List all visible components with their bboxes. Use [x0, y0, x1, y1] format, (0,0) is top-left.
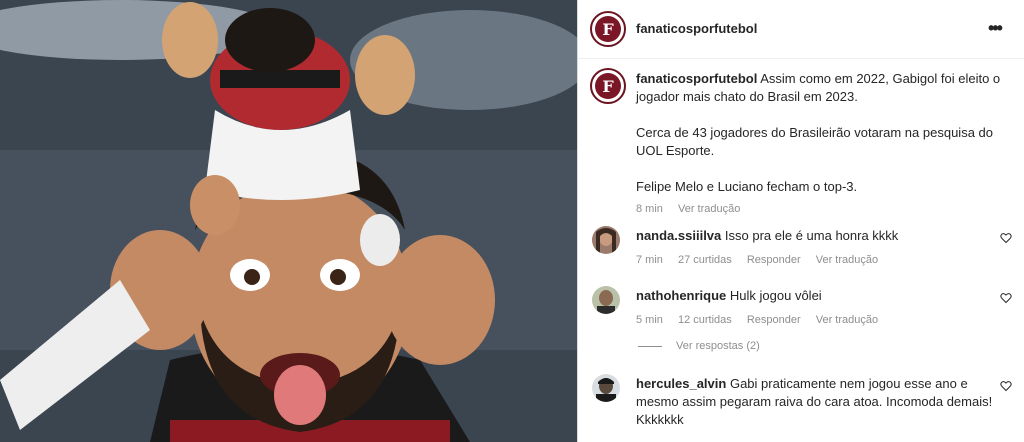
caption-translate-link[interactable]: Ver tradução: [678, 203, 740, 215]
comment-2-meta: 5 min 12 curtidas Responder Ver tradução: [636, 311, 996, 329]
comment-2-likes[interactable]: 12 curtidas: [678, 314, 732, 326]
comment-2: nathohenrique Hulk jogou vôlei 5 min 12 …: [636, 287, 996, 329]
comment-avatar-3[interactable]: [592, 374, 620, 402]
comment-1-text: Isso pra ele é uma honra kkkk: [724, 228, 899, 243]
caption-meta: 8 min Ver tradução: [636, 200, 1006, 218]
caption-line-3: Felipe Melo e Luciano fecham o top-3.: [636, 179, 858, 194]
account-username[interactable]: fanaticosporfutebol: [636, 21, 757, 36]
heart-outline-icon[interactable]: [1000, 292, 1012, 307]
logo-letter: F: [595, 16, 621, 42]
comment-2-username[interactable]: nathohenrique: [636, 288, 726, 303]
comment-1: nanda.ssiiilva Isso pra ele é uma honra …: [636, 227, 996, 269]
comment-2-time: 5 min: [636, 314, 663, 326]
comment-1-translate-link[interactable]: Ver tradução: [816, 254, 878, 266]
comment-1-reply-button[interactable]: Responder: [747, 254, 801, 266]
photo-illustration: [0, 0, 577, 442]
comment-2-text: Hulk jogou vôlei: [729, 288, 822, 303]
comment-3-username[interactable]: hercules_alvin: [636, 376, 726, 391]
heart-outline-icon[interactable]: [1000, 232, 1012, 247]
comment-1-time: 7 min: [636, 254, 663, 266]
comment-3: hercules_alvin Gabi praticamente nem jog…: [636, 375, 996, 429]
post-photo[interactable]: [0, 0, 577, 442]
post-details-panel: F fanaticosporfutebol ••• F fanaticospor…: [578, 0, 1024, 442]
comment-1-likes[interactable]: 27 curtidas: [678, 254, 732, 266]
more-options-icon[interactable]: •••: [988, 18, 1003, 39]
caption-avatar[interactable]: F: [590, 68, 626, 104]
post-caption: fanaticosporfutebol Assim como em 2022, …: [636, 70, 1006, 218]
caption-logo-letter: F: [595, 73, 621, 99]
comment-1-username[interactable]: nanda.ssiiilva: [636, 228, 721, 243]
comment-1-meta: 7 min 27 curtidas Responder Ver tradução: [636, 251, 996, 269]
account-avatar[interactable]: F: [590, 11, 626, 47]
comment-avatar-2[interactable]: [592, 286, 620, 314]
comment-avatar-1[interactable]: [592, 226, 620, 254]
comment-2-reply-button[interactable]: Responder: [747, 314, 801, 326]
caption-username[interactable]: fanaticosporfutebol: [636, 71, 757, 86]
view-replies-label: Ver respostas (2): [676, 340, 760, 352]
post-header: F fanaticosporfutebol •••: [578, 0, 1024, 59]
replies-line: [638, 345, 662, 347]
caption-time: 8 min: [636, 203, 663, 215]
view-replies-button[interactable]: Ver respostas (2): [638, 340, 760, 352]
heart-outline-icon[interactable]: [1000, 380, 1012, 395]
comment-2-translate-link[interactable]: Ver tradução: [816, 314, 878, 326]
caption-line-2: Cerca de 43 jogadores do Brasileirão vot…: [636, 125, 993, 158]
